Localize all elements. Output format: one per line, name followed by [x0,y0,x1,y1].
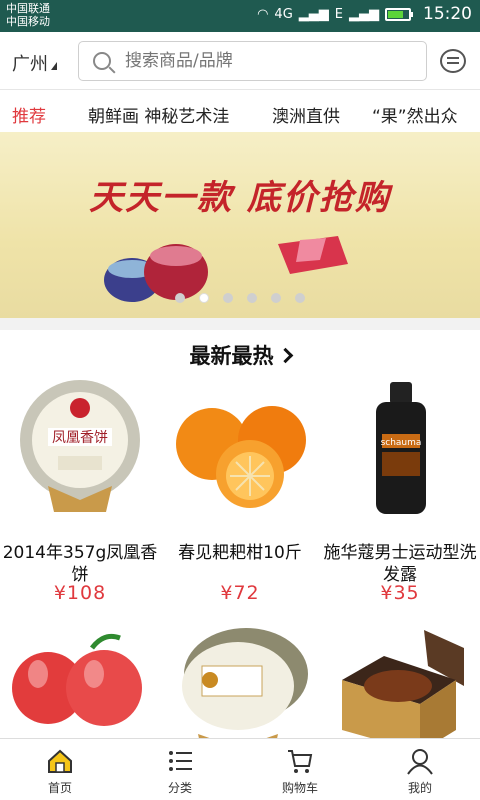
chevron-right-icon [277,347,293,364]
product-name: 2014年357g凤凰香饼 [2,543,158,585]
carrier-names: 中国联通 中国移动 [6,2,50,28]
nav-label: 首页 [47,781,72,795]
top-bar: 广州 [0,32,480,90]
carrier-1: 中国联通 [6,2,50,15]
city-selector[interactable]: 广州 [12,50,57,76]
signal-icon: ▂▄▆ [298,6,329,22]
home-icon [48,749,72,773]
page-dot[interactable] [223,293,233,303]
signal2-icon: ▂▄▆ [349,6,379,22]
page-dot[interactable] [247,293,257,303]
product-price: ¥108 [53,582,107,604]
shampoo-image: schauma [376,382,426,514]
nav-label: 分类 [167,781,192,795]
message-icon[interactable] [440,49,466,73]
page-dot[interactable] [271,293,281,303]
product-name: 春见耙耙柑10斤 [178,543,302,563]
tab-korea-art[interactable]: 朝鲜画 神秘艺术洼 [88,102,229,127]
svg-text:schauma: schauma [381,438,422,448]
city-label: 广州 [12,54,48,75]
section-title: 最新最热 [189,344,274,368]
product-name: 施华蔻男士运动型洗发露 [323,543,477,585]
banner-pagination [0,293,480,303]
tab-australia[interactable]: 澳洲直供 [272,102,340,127]
tab-fruit[interactable]: “果”然出众 [372,102,458,127]
search-box[interactable] [78,41,427,81]
nav-mine[interactable]: 我的 [360,739,480,800]
product-price: ¥35 [380,582,420,604]
divider [0,318,480,330]
nav-home[interactable]: 首页 [0,739,120,800]
nav-cart[interactable]: 购物车 [240,739,360,800]
product-price: ¥72 [220,582,260,604]
section-header[interactable]: 最新最热 [0,340,480,370]
page-dot[interactable] [175,293,185,303]
search-icon [93,52,111,70]
dropdown-triangle-icon [51,62,57,70]
network-type: 4G [274,6,293,22]
nav-label: 购物车 [281,781,318,795]
gift-pouch-image [104,236,348,302]
user-icon [407,749,433,775]
clock: 15:20 [423,4,472,24]
status-icons: ◠ 4G ▂▄▆ E ▂▄▆ 15:20 [257,4,472,24]
page-dot-active[interactable] [199,293,209,303]
category-tabs: 推荐 朝鲜画 神秘艺术洼 澳洲直供 “果”然出众 [0,90,480,132]
tab-recommend[interactable]: 推荐 [12,102,46,127]
bottom-nav: 首页 分类 购物车 我的 [0,738,480,800]
wifi-icon: ◠ [257,6,269,22]
promo-banner[interactable]: 天天一款 底价抢购 [0,132,480,318]
cart-icon [288,750,313,773]
search-input[interactable] [125,51,385,71]
nav-label: 我的 [407,781,432,795]
page-dot[interactable] [295,293,305,303]
battery-icon [385,7,413,21]
nav-category[interactable]: 分类 [120,739,240,800]
tea-cake-image: 凤凰香饼 [20,380,140,512]
svg-text:凤凰香饼: 凤凰香饼 [52,430,108,446]
orange-image [176,406,306,508]
carrier-2: 中国移动 [6,15,50,28]
signal2-type: E [334,6,343,22]
list-icon [169,751,192,771]
status-bar: 中国联通 中国移动 ◠ 4G ▂▄▆ E ▂▄▆ 15:20 [0,0,480,32]
